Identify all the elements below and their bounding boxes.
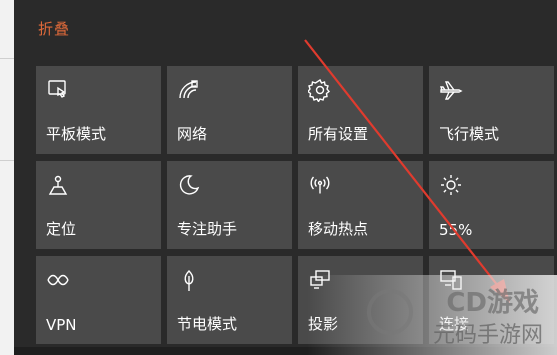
tile-mobile-hotspot[interactable]: 移动热点 bbox=[298, 161, 423, 249]
mobile-hotspot-icon bbox=[308, 173, 332, 197]
tile-label: VPN bbox=[46, 316, 77, 334]
background-window-strip bbox=[0, 0, 14, 355]
focus-assist-moon-icon bbox=[177, 173, 201, 197]
brightness-icon bbox=[439, 173, 463, 197]
watermark-bottom-text: 元码手游网 bbox=[432, 323, 543, 348]
settings-gear-icon bbox=[308, 78, 332, 102]
watermark: CD游戏 元码手游网 bbox=[307, 275, 557, 355]
tablet-mode-icon bbox=[46, 78, 70, 102]
watermark-logo-icon bbox=[367, 289, 413, 335]
tile-all-settings[interactable]: 所有设置 bbox=[298, 66, 423, 154]
network-icon bbox=[177, 78, 201, 102]
airplane-icon bbox=[439, 78, 463, 102]
tile-label: 网络 bbox=[177, 125, 208, 143]
tile-location[interactable]: 定位 bbox=[36, 161, 161, 249]
tile-vpn[interactable]: VPN bbox=[36, 256, 161, 344]
tile-network[interactable]: 网络 bbox=[167, 66, 292, 154]
tile-label: 55% bbox=[439, 221, 473, 239]
tile-focus-assist[interactable]: 专注助手 bbox=[167, 161, 292, 249]
watermark-top-text: CD游戏 bbox=[446, 288, 539, 318]
tile-tablet-mode[interactable]: 平板模式 bbox=[36, 66, 161, 154]
tile-battery-saver[interactable]: 节电模式 bbox=[167, 256, 292, 344]
tile-airplane-mode[interactable]: 飞行模式 bbox=[429, 66, 554, 154]
tile-label: 移动热点 bbox=[308, 220, 369, 238]
tile-brightness[interactable]: 55% bbox=[429, 161, 554, 249]
battery-saver-icon bbox=[177, 268, 201, 292]
location-icon bbox=[46, 173, 70, 197]
tile-label: 飞行模式 bbox=[439, 125, 500, 143]
tile-label: 节电模式 bbox=[177, 315, 238, 333]
vpn-icon bbox=[46, 268, 70, 292]
collapse-link[interactable]: 折叠 bbox=[38, 18, 70, 39]
tile-label: 所有设置 bbox=[308, 125, 369, 143]
tile-label: 平板模式 bbox=[46, 125, 107, 143]
tile-label: 定位 bbox=[46, 220, 77, 238]
tile-label: 专注助手 bbox=[177, 220, 238, 238]
